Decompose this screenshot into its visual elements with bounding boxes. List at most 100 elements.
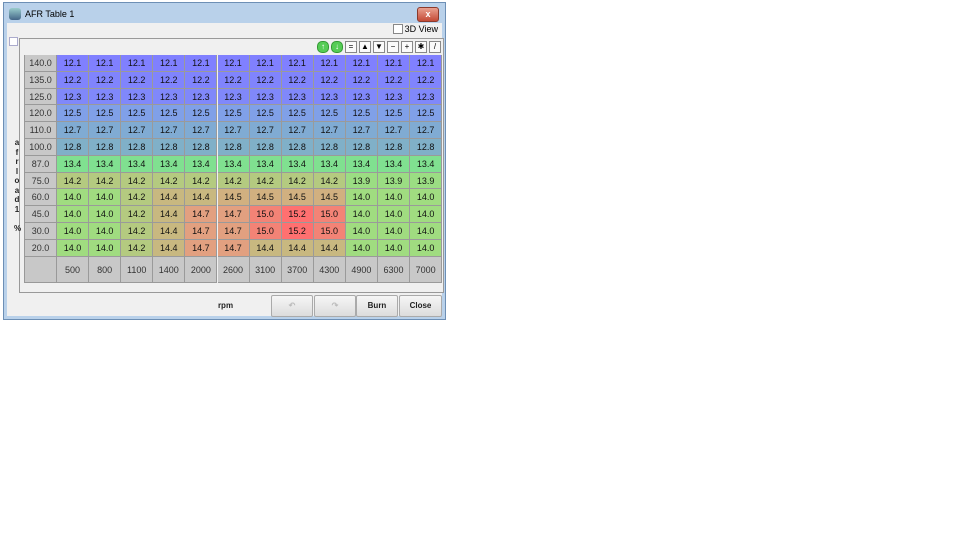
y-axis-value[interactable]: 30.0 xyxy=(24,223,57,240)
table-cell[interactable]: 12.3 xyxy=(281,88,314,106)
table-cell[interactable]: 12.5 xyxy=(89,105,122,123)
table-cell[interactable]: 12.3 xyxy=(410,88,443,106)
table-cell[interactable]: 12.2 xyxy=(249,71,282,89)
table-cell[interactable]: 14.4 xyxy=(153,189,186,207)
y-axis-value[interactable]: 120.0 xyxy=(24,105,57,123)
table-cell[interactable]: 12.8 xyxy=(378,139,410,156)
table-cell[interactable]: 12.2 xyxy=(57,71,89,89)
table-cell[interactable]: 14.0 xyxy=(345,189,378,207)
table-cell[interactable]: 14.0 xyxy=(378,223,410,240)
table-cell[interactable]: 14.2 xyxy=(313,172,346,190)
3d-view-checkbox[interactable] xyxy=(392,24,403,34)
equal-button[interactable]: = xyxy=(345,41,357,53)
table-cell[interactable]: 12.2 xyxy=(89,71,122,89)
table-cell[interactable]: 14.0 xyxy=(89,239,122,257)
table-cell[interactable]: 12.1 xyxy=(89,55,122,72)
y-axis-value[interactable]: 87.0 xyxy=(24,155,57,173)
table-cell[interactable]: 12.1 xyxy=(378,55,410,72)
table-cell[interactable]: 15.0 xyxy=(313,206,346,223)
table-cell[interactable]: 12.8 xyxy=(121,139,154,156)
table-cell[interactable]: 14.0 xyxy=(378,189,410,207)
table-cell[interactable]: 14.5 xyxy=(281,189,314,207)
table-cell[interactable]: 14.4 xyxy=(153,223,186,240)
table-cell[interactable]: 12.1 xyxy=(313,55,346,72)
table-cell[interactable]: 14.2 xyxy=(121,239,154,257)
table-cell[interactable]: 12.8 xyxy=(410,139,443,156)
table-cell[interactable]: 14.4 xyxy=(249,239,282,257)
table-cell[interactable]: 13.4 xyxy=(217,155,250,173)
table-cell[interactable]: 12.7 xyxy=(217,122,250,139)
table-cell[interactable]: 14.0 xyxy=(345,206,378,223)
table-cell[interactable]: 12.5 xyxy=(378,105,410,123)
table-cell[interactable]: 12.1 xyxy=(153,55,186,72)
table-cell[interactable]: 14.0 xyxy=(378,206,410,223)
pen-button[interactable]: / xyxy=(429,41,441,53)
table-cell[interactable]: 12.8 xyxy=(217,139,250,156)
table-cell[interactable]: 13.9 xyxy=(378,172,410,190)
table-cell[interactable]: 12.1 xyxy=(57,55,89,72)
x-axis-value[interactable]: 1100 xyxy=(121,256,154,283)
table-cell[interactable]: 12.2 xyxy=(281,71,314,89)
table-cell[interactable]: 12.7 xyxy=(121,122,154,139)
table-cell[interactable]: 12.5 xyxy=(249,105,282,123)
table-cell[interactable]: 14.2 xyxy=(57,172,89,190)
burn-button[interactable]: Burn xyxy=(356,295,398,317)
table-cell[interactable]: 14.2 xyxy=(121,206,154,223)
coarse-up-button[interactable]: ↑ xyxy=(317,41,329,53)
x-axis-value[interactable]: 500 xyxy=(57,256,89,283)
coarse-down-button[interactable]: ↓ xyxy=(331,41,343,53)
table-cell[interactable]: 13.9 xyxy=(345,172,378,190)
table-cell[interactable]: 12.1 xyxy=(410,55,443,72)
table-cell[interactable]: 12.5 xyxy=(281,105,314,123)
table-cell[interactable]: 13.4 xyxy=(345,155,378,173)
table-cell[interactable]: 13.4 xyxy=(313,155,346,173)
table-cell[interactable]: 12.3 xyxy=(57,88,89,106)
table-cell[interactable]: 15.2 xyxy=(281,223,314,240)
table-cell[interactable]: 14.0 xyxy=(410,223,443,240)
table-cell[interactable]: 12.3 xyxy=(153,88,186,106)
table-cell[interactable]: 12.1 xyxy=(345,55,378,72)
table-cell[interactable]: 12.7 xyxy=(185,122,218,139)
table-cell[interactable]: 12.8 xyxy=(281,139,314,156)
table-cell[interactable]: 12.1 xyxy=(281,55,314,72)
redo-button[interactable]: ↷ xyxy=(314,295,356,317)
table-cell[interactable]: 12.8 xyxy=(89,139,122,156)
table-cell[interactable]: 14.5 xyxy=(313,189,346,207)
table-cell[interactable]: 14.2 xyxy=(121,189,154,207)
table-cell[interactable]: 12.7 xyxy=(378,122,410,139)
table-cell[interactable]: 15.2 xyxy=(281,206,314,223)
table-cell[interactable]: 13.4 xyxy=(153,155,186,173)
table-cell[interactable]: 12.5 xyxy=(313,105,346,123)
y-axis-value[interactable]: 75.0 xyxy=(24,172,57,190)
table-cell[interactable]: 14.7 xyxy=(185,239,218,257)
table-cell[interactable]: 14.0 xyxy=(89,223,122,240)
multiply-button[interactable]: ✱ xyxy=(415,41,427,53)
table-cell[interactable]: 13.9 xyxy=(410,172,443,190)
down-button[interactable]: ▼ xyxy=(373,41,385,53)
table-cell[interactable]: 12.8 xyxy=(249,139,282,156)
x-axis-value[interactable]: 7000 xyxy=(410,256,443,283)
table-cell[interactable]: 13.4 xyxy=(281,155,314,173)
x-axis-value[interactable]: 800 xyxy=(89,256,122,283)
table-cell[interactable]: 13.4 xyxy=(89,155,122,173)
x-axis-value[interactable]: 4300 xyxy=(313,256,346,283)
table-cell[interactable]: 12.7 xyxy=(153,122,186,139)
table-cell[interactable]: 14.4 xyxy=(153,239,186,257)
table-cell[interactable]: 12.5 xyxy=(217,105,250,123)
table-cell[interactable]: 12.2 xyxy=(121,71,154,89)
table-cell[interactable]: 14.5 xyxy=(217,189,250,207)
window-close-button[interactable]: x xyxy=(417,7,439,22)
table-cell[interactable]: 14.2 xyxy=(249,172,282,190)
table-cell[interactable]: 12.8 xyxy=(313,139,346,156)
table-cell[interactable]: 15.0 xyxy=(313,223,346,240)
table-cell[interactable]: 12.2 xyxy=(410,71,443,89)
x-axis-value[interactable]: 6300 xyxy=(378,256,410,283)
table-cell[interactable]: 12.3 xyxy=(249,88,282,106)
table-cell[interactable]: 12.2 xyxy=(217,71,250,89)
table-cell[interactable]: 12.5 xyxy=(185,105,218,123)
table-cell[interactable]: 12.5 xyxy=(57,105,89,123)
table-cell[interactable]: 14.2 xyxy=(153,172,186,190)
table-cell[interactable]: 13.4 xyxy=(57,155,89,173)
table-cell[interactable]: 12.7 xyxy=(410,122,443,139)
table-cell[interactable]: 12.7 xyxy=(313,122,346,139)
